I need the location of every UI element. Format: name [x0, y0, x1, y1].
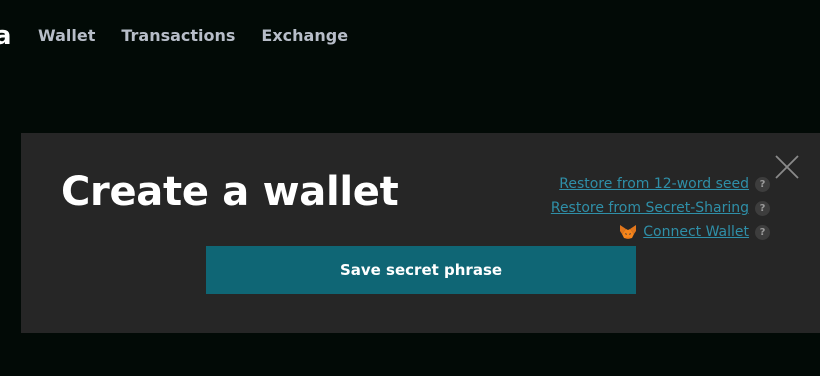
question-mark-icon[interactable]: ?: [755, 200, 770, 216]
connect-wallet-link[interactable]: Connect Wallet: [643, 224, 749, 240]
question-mark-icon[interactable]: ?: [755, 176, 770, 192]
modal-title: Create a wallet: [61, 169, 399, 215]
option-row-secret-sharing: Restore from Secret-Sharing ?: [551, 200, 770, 216]
option-row-connect-wallet: Connect Wallet ?: [619, 224, 770, 240]
restore-from-seed-link[interactable]: Restore from 12-word seed: [559, 176, 749, 192]
close-icon[interactable]: [774, 154, 800, 180]
app-logo[interactable]: a: [0, 22, 12, 50]
save-secret-phrase-button[interactable]: Save secret phrase: [206, 246, 636, 294]
restore-options: Restore from 12-word seed ? Restore from…: [551, 176, 770, 240]
nav-link-transactions[interactable]: Transactions: [121, 26, 235, 46]
nav-link-wallet[interactable]: Wallet: [38, 26, 95, 46]
create-wallet-modal: Create a wallet Restore from 12-word see…: [21, 133, 820, 333]
top-navigation: Wallet Transactions Exchange: [38, 26, 348, 46]
restore-from-secret-sharing-link[interactable]: Restore from Secret-Sharing: [551, 200, 749, 216]
close-icon-glyph: [775, 155, 799, 179]
option-row-seed: Restore from 12-word seed ?: [559, 176, 770, 192]
question-mark-icon[interactable]: ?: [755, 224, 770, 240]
metamask-fox-icon: [619, 224, 637, 240]
nav-link-exchange[interactable]: Exchange: [261, 26, 348, 46]
